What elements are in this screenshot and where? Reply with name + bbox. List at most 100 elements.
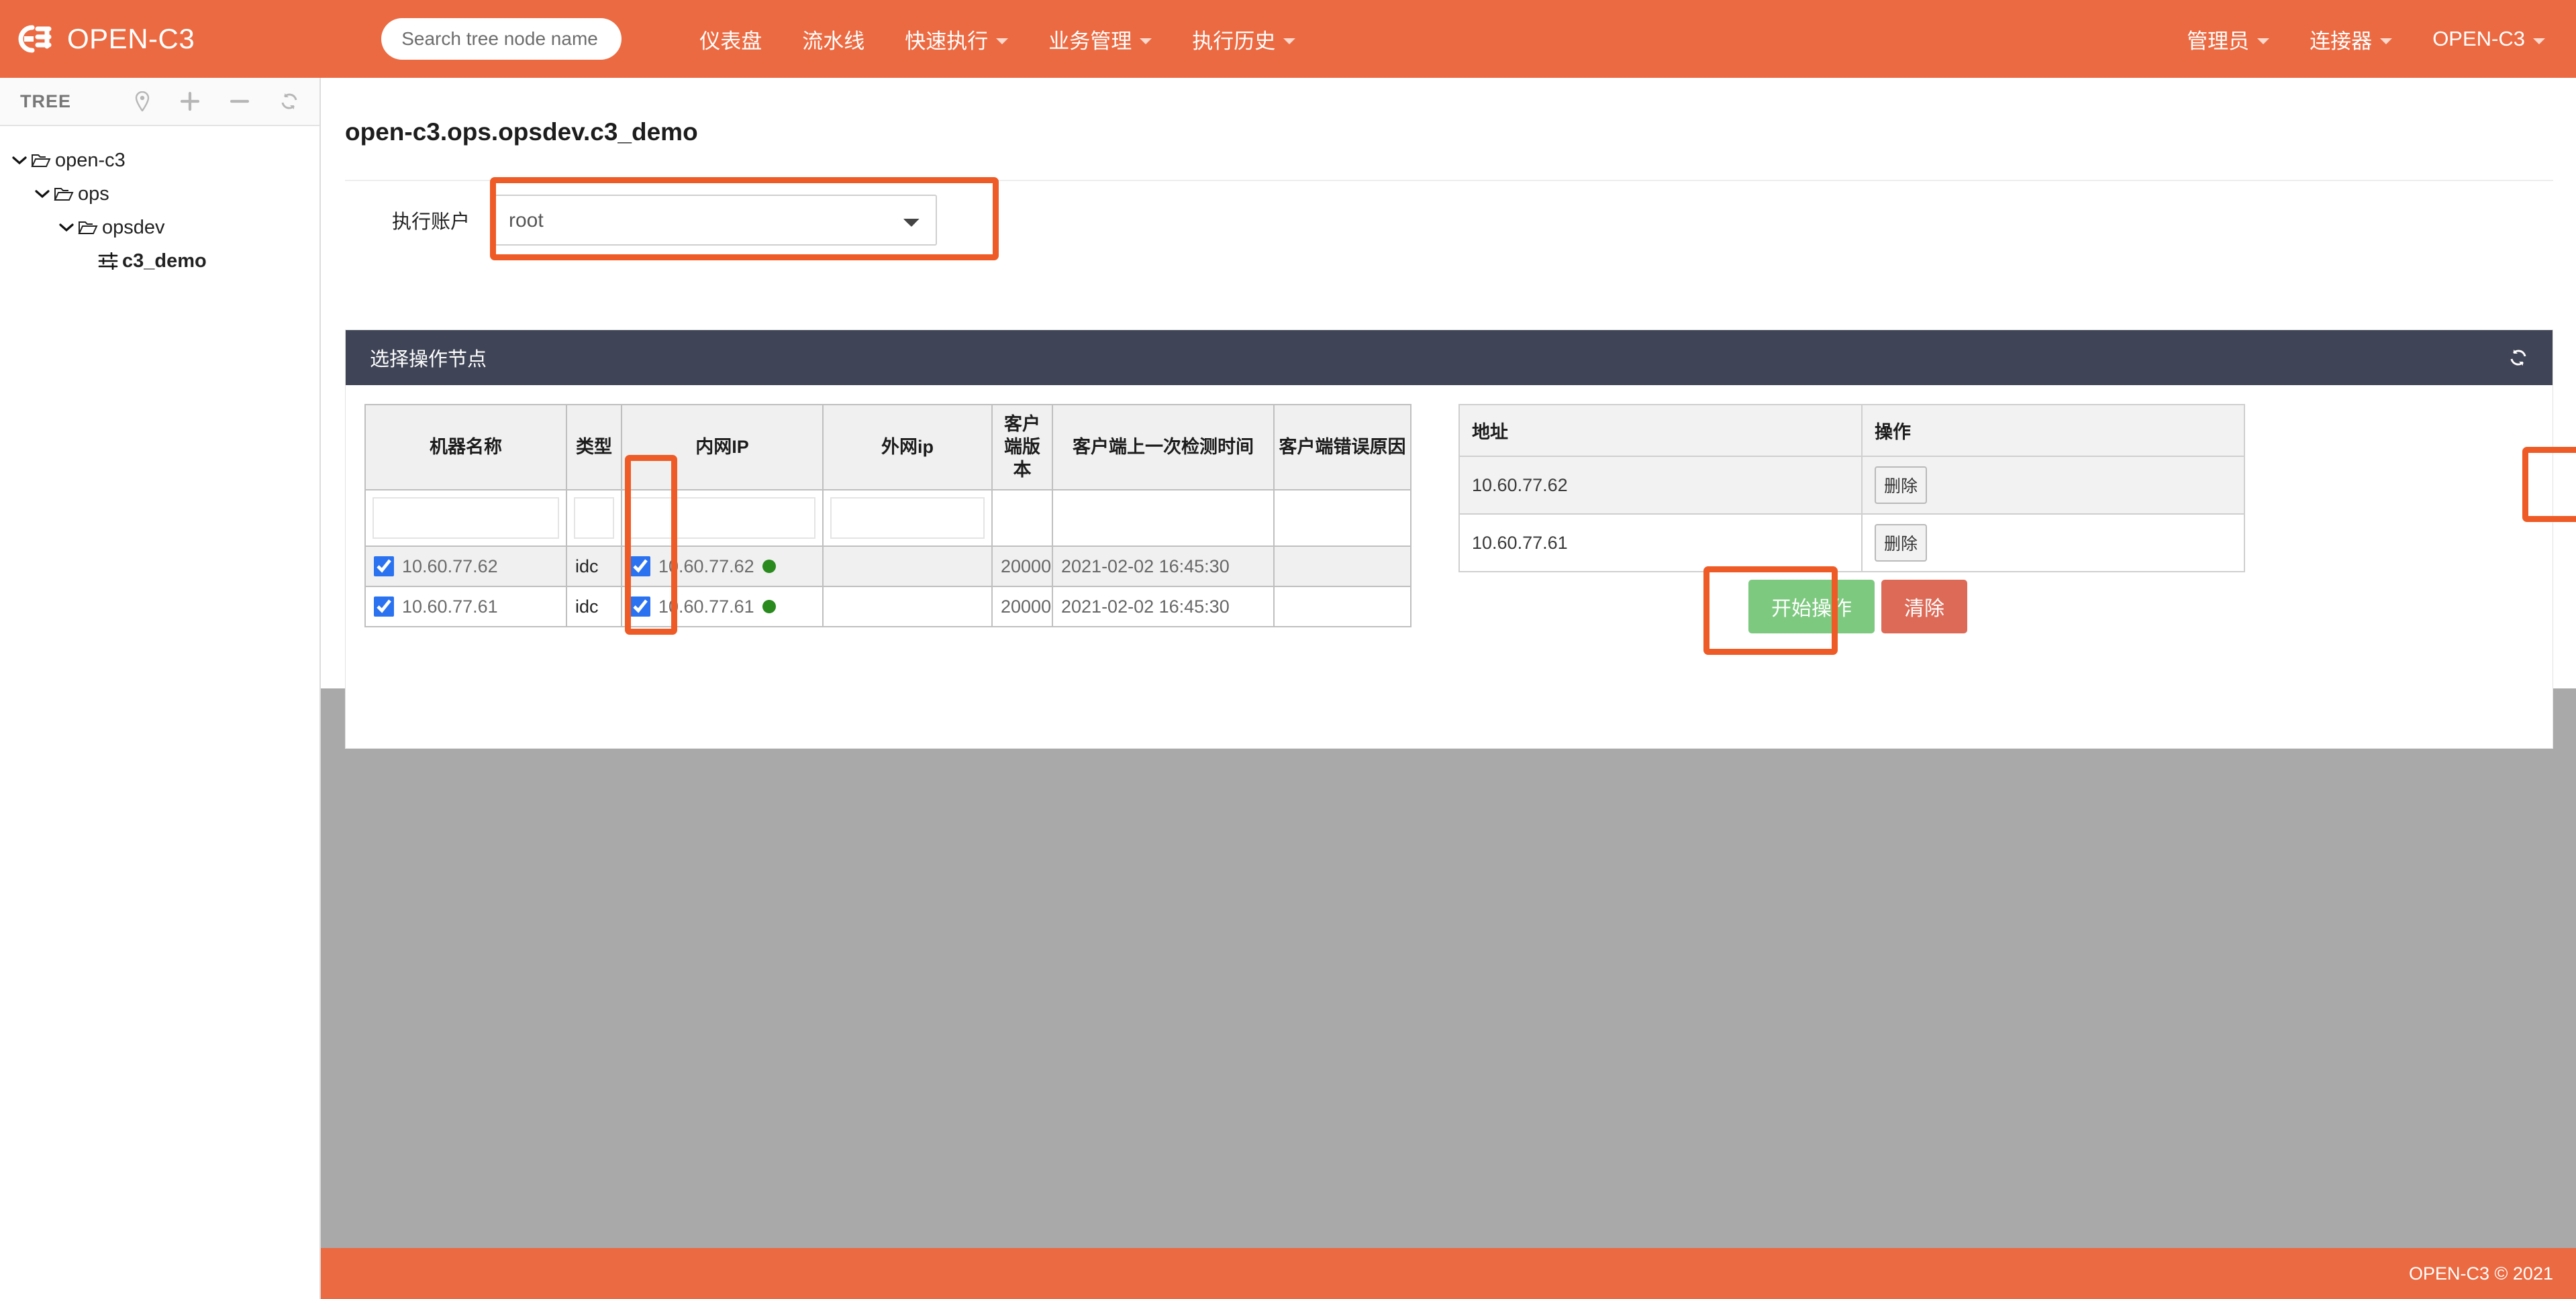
inner-ip-checkbox[interactable]	[630, 556, 650, 576]
filter-cell-inner-ip	[622, 490, 823, 546]
col-machine-name: 机器名称	[365, 405, 566, 490]
filter-cell-machine-name	[365, 490, 566, 546]
menu-item-connector[interactable]: 连接器	[2289, 0, 2412, 78]
machine-table-filter-row	[365, 490, 1411, 546]
exec-account-select[interactable]: root	[494, 195, 937, 246]
cell-outer-ip	[823, 546, 992, 586]
right-menu: 管理员 连接器 OPEN-C3	[2167, 0, 2565, 78]
search-input[interactable]	[381, 18, 622, 60]
col-address: 地址	[1459, 405, 1862, 456]
filter-input-type[interactable]	[574, 497, 614, 539]
cell-inner-ip: 10.60.77.61	[622, 586, 823, 627]
cell-inner-ip: 10.60.77.62	[622, 546, 823, 586]
open-c3-logo-icon	[15, 18, 56, 60]
cell-outer-ip	[823, 586, 992, 627]
page-title: open-c3.ops.opsdev.c3_demo	[345, 118, 698, 146]
row-select-checkbox[interactable]	[374, 596, 394, 617]
filter-input-machine-name[interactable]	[373, 497, 559, 539]
cell-last-check: 2021-02-02 16:45:30	[1052, 586, 1274, 627]
machine-table-header-row: 机器名称 类型 内网IP 外网ip 客户端版本 客户端上一次检测时间 客户端错误…	[365, 405, 1411, 490]
plus-icon[interactable]	[180, 91, 200, 111]
filter-cell-type	[566, 490, 622, 546]
filter-input-inner-ip[interactable]	[629, 497, 815, 539]
folder-icon	[78, 219, 98, 236]
cell-client-version: 20000	[992, 586, 1052, 627]
footer-copyright: OPEN-C3 © 2021	[2409, 1263, 2553, 1284]
menu-item-dashboard[interactable]: 仪表盘	[679, 0, 782, 78]
main-content: open-c3.ops.opsdev.c3_demo 执行账户 root 选择操…	[321, 78, 2576, 1299]
clear-button[interactable]: 清除	[1881, 580, 1967, 633]
brand[interactable]: OPEN-C3	[15, 18, 195, 60]
address-text: 10.60.77.61	[1459, 514, 1862, 572]
machine-name-text: 10.60.77.62	[402, 556, 498, 577]
address-action-cell: 删除	[1862, 456, 2244, 514]
node-panel-header: 选择操作节点	[346, 330, 2553, 385]
folder-icon	[31, 152, 51, 168]
address-table-header-row: 地址 操作	[1459, 405, 2244, 456]
menu-label: 管理员	[2187, 24, 2249, 54]
row-select-checkbox[interactable]	[374, 556, 394, 576]
address-table: 地址 操作 10.60.77.62 删除	[1458, 404, 2245, 572]
tree-node-ops[interactable]: ops	[0, 177, 319, 211]
col-type: 类型	[566, 405, 622, 490]
chevron-down-icon[interactable]	[11, 156, 28, 165]
filter-cell-outer-ip	[823, 490, 992, 546]
node-panel-title: 选择操作节点	[370, 344, 487, 372]
cell-error-reason	[1274, 586, 1411, 627]
cell-client-version: 20000	[992, 546, 1052, 586]
address-text: 10.60.77.62	[1459, 456, 1862, 514]
start-operation-button[interactable]: 开始操作	[1748, 580, 1875, 633]
location-pin-icon[interactable]	[134, 91, 150, 111]
minus-icon[interactable]	[230, 91, 250, 111]
chevron-down-icon[interactable]	[34, 189, 51, 199]
menu-item-business-mgmt[interactable]: 业务管理	[1028, 0, 1172, 78]
tree-node-opsdev[interactable]: opsdev	[0, 211, 319, 244]
tree-node-c3-demo[interactable]: c3_demo	[0, 244, 319, 278]
menu-item-exec-history[interactable]: 执行历史	[1172, 0, 1316, 78]
delete-button[interactable]: 删除	[1875, 466, 1927, 504]
tree-header: TREE	[0, 78, 319, 126]
chevron-down-icon	[996, 38, 1008, 44]
tree-toolbar	[134, 91, 299, 111]
menu-label: 流水线	[802, 24, 864, 54]
table-row: 10.60.77.62 idc 10.60.77.62	[365, 546, 1411, 586]
address-row: 10.60.77.61 删除	[1459, 514, 2244, 572]
filter-cell-error-reason	[1274, 490, 1411, 546]
col-inner-ip: 内网IP	[622, 405, 823, 490]
cell-machine-name: 10.60.77.62	[365, 546, 566, 586]
menu-item-user[interactable]: OPEN-C3	[2412, 0, 2565, 78]
inner-ip-checkbox[interactable]	[630, 596, 650, 617]
node-selection-panel: 选择操作节点	[345, 329, 2553, 749]
col-client-error-reason: 客户端错误原因	[1274, 405, 1411, 490]
tree-node-open-c3[interactable]: open-c3	[0, 144, 319, 177]
col-action: 操作	[1862, 405, 2244, 456]
inner-ip-text: 10.60.77.61	[658, 596, 754, 617]
chevron-down-icon[interactable]	[58, 223, 75, 232]
status-dot-online-icon	[762, 600, 776, 613]
search-box[interactable]	[381, 18, 622, 60]
col-last-check-time: 客户端上一次检测时间	[1052, 405, 1274, 490]
delete-button[interactable]: 删除	[1875, 524, 1927, 562]
tree-node-label: c3_demo	[122, 250, 207, 272]
menu-item-admin[interactable]: 管理员	[2167, 0, 2289, 78]
menu-item-quick-exec[interactable]: 快速执行	[885, 0, 1028, 78]
refresh-icon[interactable]	[279, 91, 299, 111]
tree-node-list: open-c3 ops opsdev	[0, 126, 319, 278]
cell-type: idc	[566, 546, 622, 586]
address-row: 10.60.77.62 删除	[1459, 456, 2244, 514]
table-row: 10.60.77.61 idc 10.60.77.61	[365, 586, 1411, 627]
main-menu: 仪表盘 流水线 快速执行 业务管理 执行历史	[679, 0, 1316, 78]
cell-error-reason	[1274, 546, 1411, 586]
filter-cell-client-version	[992, 490, 1052, 546]
address-action-cell: 删除	[1862, 514, 2244, 572]
page-footer: OPEN-C3 © 2021	[321, 1248, 2576, 1299]
top-navbar: OPEN-C3 仪表盘 流水线 快速执行 业务管理 执行历史 管理员 连接器	[0, 0, 2576, 78]
filter-input-outer-ip[interactable]	[830, 497, 985, 539]
tree-sidebar: TREE	[0, 78, 321, 1299]
tree-node-label: open-c3	[55, 150, 126, 172]
refresh-icon[interactable]	[2508, 348, 2528, 368]
menu-item-pipeline[interactable]: 流水线	[782, 0, 885, 78]
cell-last-check: 2021-02-02 16:45:30	[1052, 546, 1274, 586]
menu-label: 仪表盘	[699, 24, 762, 54]
account-label: 执行账户	[345, 206, 494, 234]
